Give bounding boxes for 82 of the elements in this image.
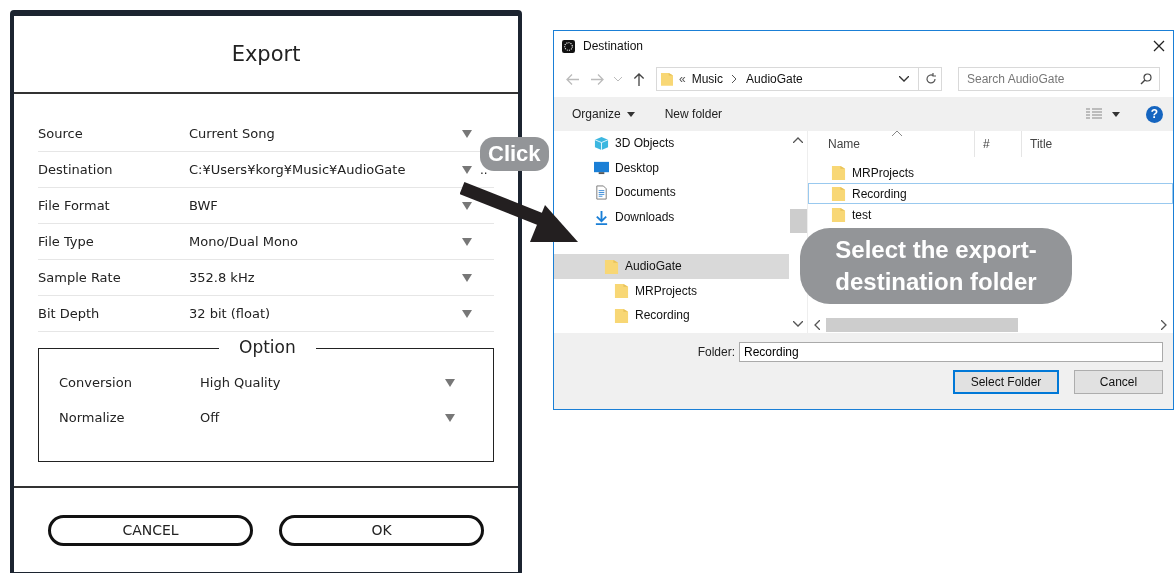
dropdown-icon[interactable]: [462, 201, 472, 210]
setting-label: Conversion: [59, 375, 133, 390]
address-bar[interactable]: « Music AudioGate: [656, 67, 942, 91]
search-icon[interactable]: [1140, 73, 1152, 85]
breadcrumb-item[interactable]: AudioGate: [746, 72, 803, 86]
callout: Click: [480, 137, 549, 171]
setting-label: Bit Depth: [38, 306, 101, 321]
group-title: Option: [219, 337, 316, 357]
setting-value[interactable]: 32 bit (float): [189, 306, 462, 321]
nav-item[interactable]: Recording: [554, 303, 789, 328]
setting-value[interactable]: Mono/Dual Mono: [189, 234, 462, 249]
search-field[interactable]: Search AudioGate: [958, 67, 1160, 91]
nav-item[interactable]: Downloads: [554, 204, 789, 230]
callout: Select the export-destination folder: [800, 228, 1072, 304]
file-row[interactable]: MRProjects: [808, 162, 1173, 183]
setting-label: Sample Rate: [38, 270, 122, 285]
scrollbar-thumb[interactable]: [789, 209, 807, 233]
folder-icon: [831, 165, 846, 180]
new-folder-button[interactable]: New folder: [664, 107, 723, 121]
setting-value[interactable]: C:¥Users¥korg¥Music¥AudioGate: [189, 162, 462, 177]
folder-field[interactable]: Recording: [739, 342, 1163, 362]
column-header[interactable]: #: [975, 131, 1022, 157]
setting-label: Source: [38, 126, 84, 141]
dropdown-icon[interactable]: [445, 378, 455, 387]
chevron-right-icon: [732, 75, 738, 83]
setting-value[interactable]: High Quality: [200, 375, 445, 390]
folder-icon: [604, 258, 619, 274]
setting-value[interactable]: Current Song: [189, 126, 462, 141]
cancel-button[interactable]: CANCEL: [48, 514, 253, 546]
cancel-button[interactable]: Cancel: [1074, 370, 1163, 394]
folder-icon: [614, 307, 629, 323]
setting-label: File Type: [38, 234, 95, 249]
caret-icon[interactable]: [626, 111, 635, 117]
sort-caret-icon: [892, 131, 902, 136]
monitor-icon: [594, 160, 609, 176]
scroll-left-icon[interactable]: [814, 319, 820, 330]
dropdown-icon[interactable]: [445, 413, 455, 422]
column-header[interactable]: Title: [1022, 131, 1053, 157]
setting-value[interactable]: 352.8 kHz: [189, 270, 462, 285]
setting-label: File Format: [38, 198, 111, 213]
ok-button[interactable]: OK: [279, 514, 484, 546]
app-icon: [562, 39, 575, 53]
dropdown-icon[interactable]: [462, 309, 472, 318]
close-icon[interactable]: [1153, 40, 1165, 52]
nav-item[interactable]: Documents: [554, 180, 789, 205]
setting-value[interactable]: BWF: [189, 198, 462, 213]
setting-label: Destination: [38, 162, 114, 177]
file-row[interactable]: test: [808, 204, 1173, 225]
nav-item[interactable]: 3D Objects: [554, 131, 789, 156]
nav-item[interactable]: Desktop: [554, 155, 789, 181]
dropdown-icon[interactable]: [462, 165, 472, 174]
breadcrumb-item[interactable]: Music: [691, 72, 724, 86]
window-title: Destination: [583, 39, 644, 53]
select-folder-button[interactable]: Select Folder: [953, 370, 1059, 394]
scroll-right-icon[interactable]: [1161, 319, 1167, 330]
nav-item[interactable]: AudioGate: [554, 253, 789, 279]
dropdown-icon[interactable]: [462, 237, 472, 246]
document-icon: [594, 185, 609, 200]
dialog-title: Export: [231, 42, 301, 66]
folder-icon: [831, 186, 846, 201]
nav-item[interactable]: MRProjects: [554, 278, 789, 304]
field-label: Folder:: [697, 345, 735, 359]
cube-icon: [594, 135, 609, 151]
refresh-icon[interactable]: [925, 73, 937, 85]
dropdown-icon[interactable]: [462, 273, 472, 282]
up-icon[interactable]: [632, 72, 646, 86]
chevron-down-icon[interactable]: [899, 76, 909, 82]
folder-icon: [831, 207, 846, 222]
setting-value[interactable]: Off: [200, 410, 445, 425]
dropdown-icon[interactable]: [462, 129, 472, 138]
scroll-up-icon[interactable]: [793, 137, 803, 143]
download-icon: [594, 209, 609, 225]
organize-menu[interactable]: Organize: [572, 107, 621, 121]
file-row[interactable]: Recording: [808, 183, 1173, 204]
column-header[interactable]: Name: [808, 131, 975, 157]
folder-icon: [661, 71, 673, 87]
scrollbar-thumb[interactable]: [826, 317, 1018, 332]
help-button[interactable]: ?: [1146, 105, 1163, 123]
folder-icon: [614, 283, 629, 299]
caret-icon[interactable]: [1112, 111, 1120, 117]
setting-label: Normalize: [59, 410, 126, 425]
scroll-down-icon[interactable]: [793, 321, 803, 327]
